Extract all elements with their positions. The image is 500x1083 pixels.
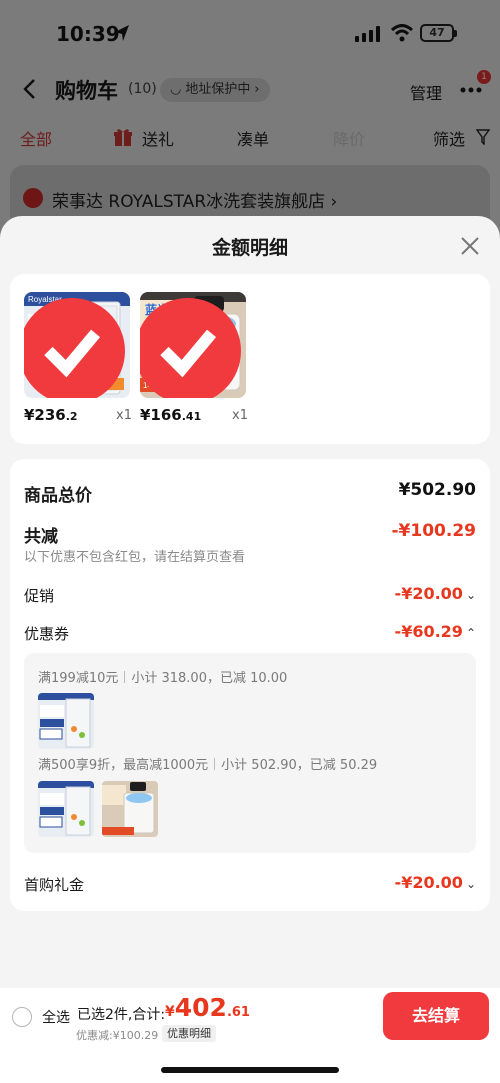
page-title: 购物车 [55, 79, 118, 103]
selection-summary: 已选2件,合计: [77, 1007, 166, 1023]
product-quantity: x1 [116, 408, 132, 423]
first-buy-row[interactable]: 首购礼金 -¥20.00 ⌄ [24, 872, 476, 898]
cellular-signal-icon [355, 26, 380, 42]
promo-row[interactable]: 促销 -¥20.00 ⌄ [24, 583, 476, 609]
checked-icon [24, 298, 125, 398]
store-name[interactable]: 荣事达 ROYALSTAR冰洗套装旗舰店 › [52, 187, 337, 212]
washer-thumbnail: 蓝光 抑菌 1年以换代修 [140, 292, 246, 398]
gift-icon [114, 129, 132, 146]
nav-bar: 购物车 (10) ◡ 地址保护中 › 管理 1 [0, 70, 500, 110]
status-time: 10:39 [56, 22, 120, 46]
reduction-label: 共减 [24, 527, 58, 547]
cart-count: (10) [128, 81, 157, 97]
battery-indicator: 47 [420, 24, 457, 42]
coupon-breakdown: 满199减10元 小计 318.00，已减 10.00 满500享9折，最高减10… [24, 653, 476, 853]
divider [124, 671, 126, 683]
cart-page-background: 10:39 47 购物车 (10) ◡ 地址保护中 › 管理 1 全部 送礼 凑… [0, 0, 500, 245]
divider [214, 758, 216, 770]
washer-mini-thumbnail [102, 781, 158, 837]
product-item[interactable]: 蓝光 抑菌 1年以换代修 ¥166.41 x1 [140, 292, 248, 428]
manage-button[interactable]: 管理 [410, 80, 442, 104]
coupon-value: -¥60.29 ⌃ [394, 622, 476, 641]
product-item[interactable]: Royalstar 298 180 ¥236.2 x1 [24, 292, 132, 428]
tab-bundle[interactable]: 凑单 [237, 126, 269, 150]
sheet-title: 金额明细 [211, 237, 288, 259]
notification-badge: 1 [477, 70, 491, 84]
status-bar: 10:39 47 [0, 20, 500, 50]
amount-detail-sheet: 金额明细 Royalstar 298 180 [0, 216, 500, 988]
product-quantity: x1 [232, 408, 248, 423]
select-all-radio[interactable] [12, 1007, 32, 1027]
first-buy-label: 首购礼金 [24, 876, 85, 894]
discount-detail-button[interactable]: 优惠明细 [162, 1025, 216, 1042]
coupon-line-1: 满199减10元 小计 318.00，已减 10.00 [38, 671, 288, 686]
tab-filter[interactable]: 筛选 [433, 126, 465, 150]
first-buy-value: -¥20.00 ⌄ [394, 873, 476, 892]
checkout-bar: 全选 已选2件,合计: ¥402.61 优惠减:¥100.29 优惠明细 去结算 [0, 988, 500, 1083]
product-price: ¥236.2 [24, 406, 78, 424]
tab-price-drop[interactable]: 降价 [333, 126, 365, 150]
discount-summary: 优惠减:¥100.29 [76, 1029, 159, 1042]
address-protection-pill[interactable]: ◡ 地址保护中 › [160, 78, 270, 102]
chevron-right-icon: › [254, 82, 260, 97]
close-icon[interactable] [460, 236, 480, 256]
reduction-row: 共减 -¥100.29 [24, 520, 477, 547]
chevron-down-icon: ⌄ [465, 877, 476, 891]
fridge-mini-thumbnail [38, 693, 94, 749]
select-all-label[interactable]: 全选 [42, 1007, 70, 1027]
filter-funnel-icon[interactable] [476, 129, 490, 145]
total-price: ¥402.61 [165, 993, 250, 1022]
coupon-line-2: 满500享9折，最高减1000元 小计 502.90，已减 50.29 [38, 758, 378, 773]
coupon-label: 优惠券 [24, 625, 70, 643]
filter-tabs: 全部 送礼 凑单 降价 筛选 [0, 126, 500, 150]
coupon-row[interactable]: 优惠券 -¥60.29 ⌃ [24, 621, 476, 647]
address-protection-label: 地址保护中 [185, 82, 251, 97]
promo-value: -¥20.00 ⌄ [394, 584, 476, 603]
fridge-mini-thumbnail [38, 781, 94, 837]
back-arrow-icon[interactable] [22, 78, 38, 100]
promo-label: 促销 [24, 587, 55, 605]
location-arrow-icon [115, 25, 129, 41]
reduction-value: -¥100.29 [391, 521, 477, 541]
subtotal-label: 商品总价 [24, 486, 92, 506]
chevron-up-icon: ⌃ [465, 626, 476, 640]
price-details-card: 商品总价 ¥502.90 共减 -¥100.29 以下优惠不包含红包，请在结算页… [10, 459, 490, 911]
subtotal-row: 商品总价 ¥502.90 [24, 479, 476, 506]
fridge-thumbnail: Royalstar 298 180 [24, 292, 130, 398]
reduction-note: 以下优惠不包含红包，请在结算页查看 [24, 550, 246, 565]
home-indicator [161, 1067, 339, 1073]
smile-icon: ◡ [170, 82, 182, 97]
checked-icon [140, 298, 241, 398]
chevron-down-icon: ⌄ [465, 588, 476, 602]
products-card: Royalstar 298 180 ¥236.2 x1 [10, 274, 490, 444]
tab-gift[interactable]: 送礼 [142, 126, 174, 150]
wifi-icon [390, 24, 414, 42]
subtotal-value: ¥502.90 [398, 480, 476, 500]
store-check-icon[interactable] [23, 188, 43, 208]
product-price: ¥166.41 [140, 406, 202, 424]
tab-all[interactable]: 全部 [20, 126, 52, 150]
more-dots-icon[interactable] [460, 87, 482, 93]
checkout-button[interactable]: 去结算 [383, 992, 489, 1040]
